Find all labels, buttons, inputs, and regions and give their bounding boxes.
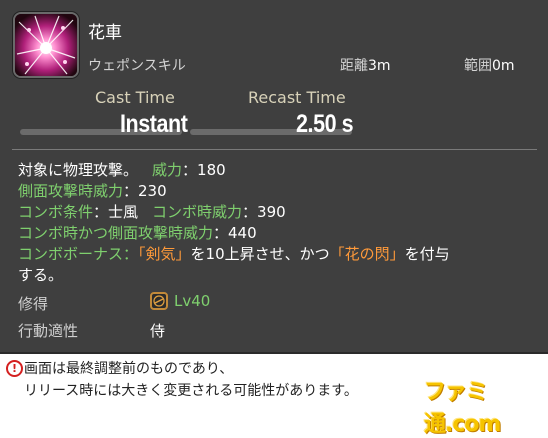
combo-bonus-label: コンボボーナス xyxy=(18,245,124,263)
potency-value: ：180 xyxy=(182,161,226,179)
skill-category: ウェポンスキル xyxy=(88,58,186,74)
range-value: 3m xyxy=(368,58,391,74)
desc-line-1: 対象に物理攻撃。 威力：180 xyxy=(18,160,533,181)
potency-label: 威力 xyxy=(152,161,183,179)
notice-line-1: 画面は最終調整前のものであり、 xyxy=(24,361,234,377)
flank-potency-label: 側面攻撃時威力 xyxy=(18,182,124,200)
desc-text-end: する。 xyxy=(18,266,64,284)
acquire-level: Lv40 xyxy=(174,292,211,310)
radius-stat: 範囲0m xyxy=(464,55,515,75)
flank-potency-value: ：230 xyxy=(123,182,167,200)
kaiten-status: 「花の閃」 xyxy=(329,245,405,263)
action-tooltip: 花車 ウェポンスキル 距離3m 範囲0m Cast Time Recast Ti… xyxy=(0,0,548,354)
desc-line-5: コンボボーナス：「剣気」を10上昇させ、かつ「花の閃」を付与 xyxy=(18,244,533,265)
notice-line-2: リリース時には大きく変更される可能性があります。 xyxy=(24,383,358,399)
range-label: 距離 xyxy=(340,58,368,74)
divider xyxy=(12,149,537,150)
combo-potency-value: ：390 xyxy=(242,203,286,221)
desc-text: 対象に物理攻撃。 xyxy=(18,161,139,179)
desc-line-3: コンボ条件：士風 コンボ時威力：390 xyxy=(18,202,533,223)
radius-label: 範囲 xyxy=(464,58,492,74)
desc-line-2: 側面攻撃時威力：230 xyxy=(18,181,533,202)
jobs-label: 行動適性 xyxy=(18,322,79,340)
kenki-status: 「剣気」 xyxy=(138,245,191,263)
combo-flank-potency-value: ：440 xyxy=(213,224,257,242)
combo-condition-value: ：士風 xyxy=(93,203,139,221)
flower-burst-icon xyxy=(15,14,77,76)
radius-value: 0m xyxy=(492,58,515,74)
cast-time-value: Instant xyxy=(120,110,188,138)
combo-flank-potency-label: コンボ時かつ側面攻撃時威力 xyxy=(18,224,214,242)
samurai-job-icon xyxy=(150,292,168,310)
exclamation-icon: ! xyxy=(6,360,23,377)
acquire-label: 修得 xyxy=(18,295,49,313)
combo-condition-label: コンボ条件 xyxy=(18,203,94,221)
recast-time-value: 2.50 s xyxy=(296,110,354,138)
famitsu-watermark-logo: ファミ通.com xyxy=(424,380,501,437)
jobs-value: 侍 xyxy=(150,322,166,340)
desc-line-6: する。 xyxy=(18,265,533,286)
recast-time-label: Recast Time xyxy=(248,88,346,107)
combo-bonus-text-end: を付与 xyxy=(404,245,450,263)
skill-name: 花車 xyxy=(88,23,122,43)
combo-potency-label: コンボ時威力 xyxy=(152,203,243,221)
combo-bonus-colon: ： xyxy=(123,245,139,263)
desc-line-4: コンボ時かつ側面攻撃時威力：440 xyxy=(18,223,533,244)
cast-time-label: Cast Time xyxy=(95,88,175,107)
skill-icon xyxy=(13,12,79,78)
combo-bonus-text: を10上昇させ、かつ xyxy=(190,245,330,263)
range-stat: 距離3m xyxy=(340,55,391,75)
skill-description: 対象に物理攻撃。 威力：180 側面攻撃時威力：230 コンボ条件：士風 コンボ時威… xyxy=(18,160,533,286)
samurai-job-icon-glyph xyxy=(153,295,165,307)
